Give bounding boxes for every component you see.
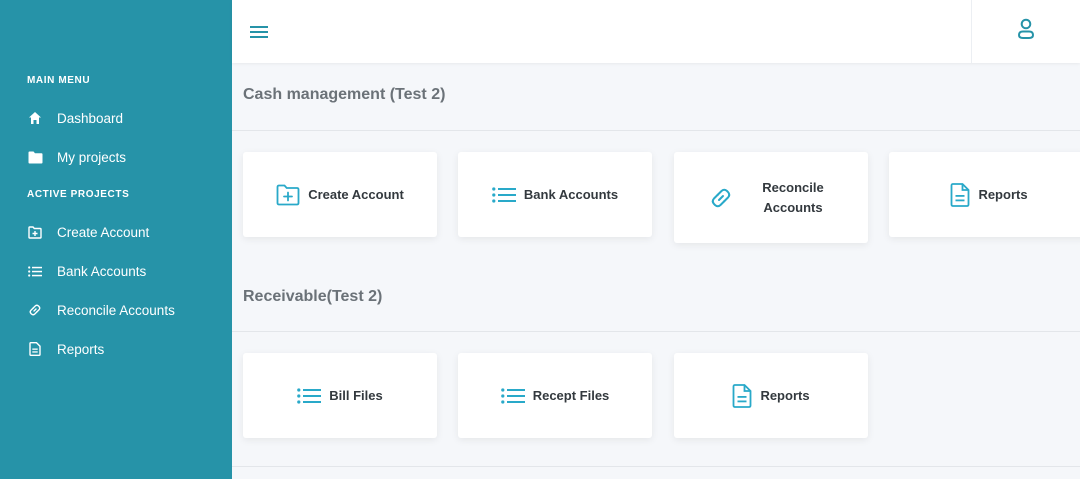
list-icon	[500, 387, 525, 404]
sidebar-item-label: Reports	[57, 341, 105, 357]
divider	[232, 130, 1080, 131]
section-label-active-projects: ACTIVE PROJECTS	[27, 189, 130, 200]
sidebar-item-label: My projects	[57, 149, 127, 165]
card-label: Reconcile Accounts	[753, 178, 833, 218]
card-label-line2: Accounts	[763, 199, 823, 215]
section-label-main-menu: MAIN MENU	[27, 75, 91, 86]
section-title-cash-management: Cash management (Test 2)	[243, 86, 446, 103]
folder-plus-icon	[276, 184, 300, 206]
sidebar: MAIN MENU Dashboard My projects ACTIVE P…	[0, 0, 232, 479]
sidebar-item-reconcile-accounts[interactable]: Reconcile Accounts	[0, 293, 232, 327]
card-label: Reports	[760, 387, 810, 403]
divider	[232, 466, 1080, 467]
card-label: Bill Files	[329, 387, 383, 403]
card-create-account[interactable]: Create Account	[243, 152, 437, 237]
list-icon	[297, 387, 322, 404]
sidebar-item-label: Reconcile Accounts	[57, 302, 175, 318]
section-title-receivable: Receivable(Test 2)	[243, 288, 383, 305]
top-bar	[232, 0, 1080, 63]
card-label: Create Account	[308, 186, 404, 202]
home-icon	[27, 110, 43, 126]
card-recept-files[interactable]: Recept Files	[458, 353, 652, 438]
link-icon	[709, 186, 733, 210]
user-icon	[1017, 18, 1035, 45]
sidebar-item-my-projects[interactable]: My projects	[0, 140, 232, 174]
card-label: Bank Accounts	[523, 186, 619, 202]
document-icon	[27, 341, 43, 357]
sidebar-item-create-account[interactable]: Create Account	[0, 215, 232, 249]
sidebar-item-label: Bank Accounts	[57, 263, 147, 279]
card-reconcile-accounts[interactable]: Reconcile Accounts	[674, 152, 868, 243]
list-icon	[492, 186, 516, 203]
folder-icon	[27, 149, 43, 165]
hamburger-icon[interactable]	[248, 22, 270, 42]
link-icon	[27, 302, 43, 318]
card-bank-accounts[interactable]: Bank Accounts	[458, 152, 652, 237]
document-icon	[732, 383, 752, 408]
sidebar-item-dashboard[interactable]: Dashboard	[0, 101, 232, 135]
card-reports-receivable[interactable]: Reports	[674, 353, 868, 438]
card-bill-files[interactable]: Bill Files	[243, 353, 437, 438]
user-menu-button[interactable]	[971, 0, 1080, 63]
divider	[232, 331, 1080, 332]
card-label: Reports	[978, 186, 1028, 202]
sidebar-item-reports[interactable]: Reports	[0, 332, 232, 366]
document-icon	[950, 182, 970, 207]
card-reports[interactable]: Reports	[889, 152, 1080, 237]
card-label: Recept Files	[532, 387, 610, 403]
list-icon	[27, 263, 43, 279]
sidebar-item-bank-accounts[interactable]: Bank Accounts	[0, 254, 232, 288]
card-label-line1: Reconcile	[762, 179, 824, 195]
sidebar-item-label: Create Account	[57, 224, 150, 240]
sidebar-item-label: Dashboard	[57, 110, 124, 126]
folder-plus-icon	[27, 224, 43, 240]
